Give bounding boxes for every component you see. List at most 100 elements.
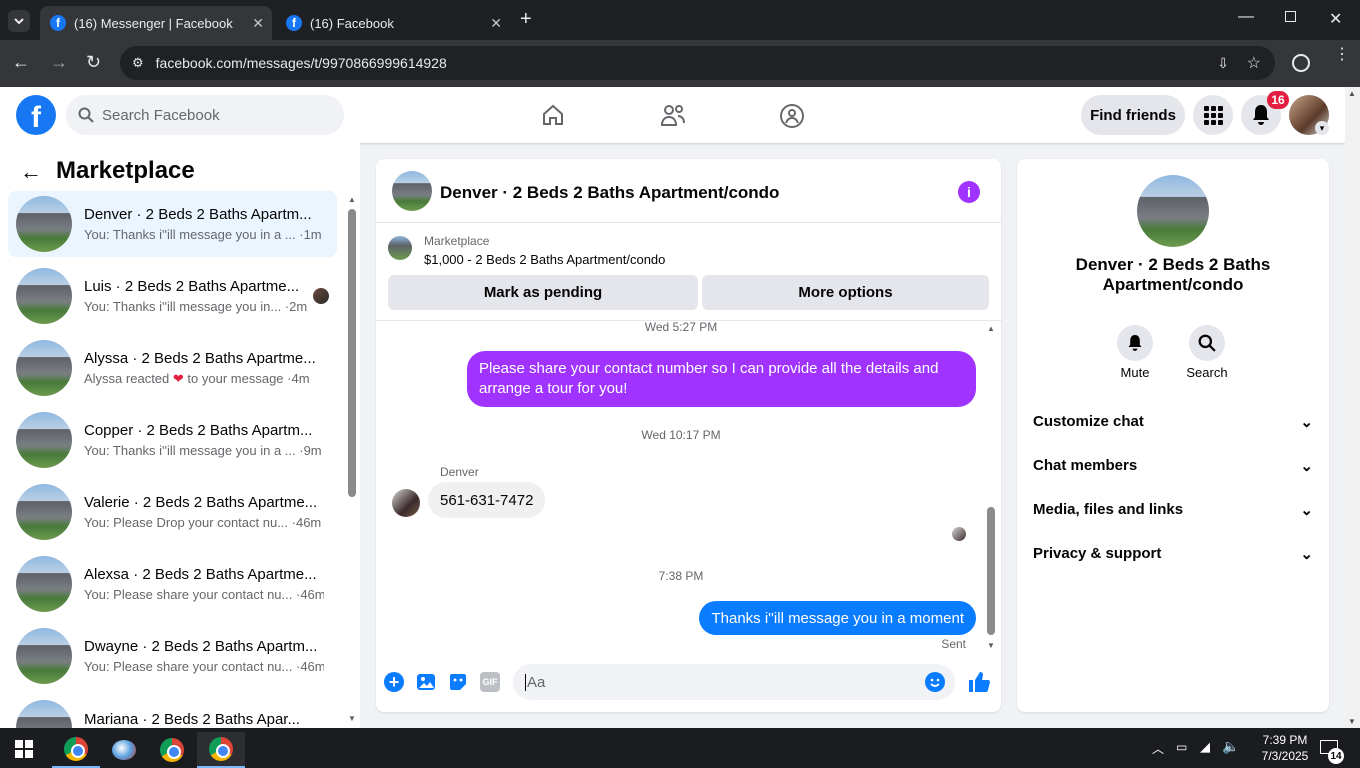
- media-files-section[interactable]: Media, files and links ⌄: [1033, 501, 1313, 519]
- privacy-support-section[interactable]: Privacy & support ⌄: [1033, 545, 1313, 563]
- minimize-button[interactable]: —: [1238, 8, 1254, 26]
- outgoing-message[interactable]: Please share your contact number so I ca…: [467, 351, 976, 407]
- timestamp: Wed 5:27 PM: [644, 320, 718, 334]
- windows-start-icon[interactable]: [15, 740, 33, 758]
- facebook-logo[interactable]: f: [16, 95, 56, 135]
- emoji-icon[interactable]: [925, 672, 945, 692]
- forward-button[interactable]: →: [50, 52, 68, 73]
- customize-chat-section[interactable]: Customize chat ⌄: [1033, 413, 1313, 431]
- home-icon[interactable]: [541, 103, 565, 127]
- chrome-menu-icon[interactable]: ⋮: [1334, 47, 1350, 63]
- heart-icon: ❤: [172, 370, 184, 386]
- scroll-down-icon[interactable]: ▼: [348, 714, 356, 723]
- gif-icon[interactable]: GIF: [480, 672, 500, 692]
- composer-placeholder: Aa: [525, 673, 546, 691]
- scrollbar-thumb[interactable]: [348, 209, 356, 497]
- taskbar-app[interactable]: [100, 732, 148, 768]
- tab-search-button[interactable]: [8, 10, 30, 32]
- info-icon[interactable]: i: [958, 181, 980, 203]
- conversation-name: Denver · 2 Beds 2 Baths Apartm...: [84, 206, 312, 223]
- seen-avatar: [313, 288, 329, 304]
- chat-details-panel: Denver · 2 Beds 2 Baths Apartment/condo …: [1017, 159, 1329, 712]
- scroll-up-icon[interactable]: ▲: [987, 324, 995, 333]
- bell-icon: [1253, 105, 1269, 125]
- chat-members-section[interactable]: Chat members ⌄: [1033, 457, 1313, 475]
- app-icon: [112, 740, 136, 760]
- thumbs-up-icon[interactable]: [967, 670, 991, 694]
- search-chat-button[interactable]: [1189, 325, 1225, 361]
- taskbar-chrome-2[interactable]: [148, 732, 196, 768]
- windows-taskbar: ︿ ▭ ◢ 🔈 7:39 PM 7/3/2025 14: [0, 728, 1360, 768]
- plus-icon[interactable]: +: [384, 672, 404, 692]
- install-app-icon[interactable]: ⇩: [1217, 55, 1229, 72]
- find-friends-button[interactable]: Find friends: [1081, 95, 1185, 135]
- timestamp: 7:38 PM: [658, 569, 704, 583]
- listing-price[interactable]: $1,000 - 2 Beds 2 Baths Apartment/condo: [424, 252, 665, 267]
- scroll-down-icon[interactable]: ▼: [987, 641, 995, 650]
- sidebar-scrollbar[interactable]: ▲ ▼: [346, 195, 358, 723]
- sender-avatar[interactable]: [392, 489, 420, 517]
- conversation-item[interactable]: Valerie · 2 Beds 2 Baths Apartme... You: …: [8, 479, 337, 545]
- conversation-preview: Alyssa reacted ❤ to your message ·4m: [84, 371, 324, 387]
- incoming-message[interactable]: 561-631-7472: [428, 482, 546, 518]
- scroll-down-icon[interactable]: ▼: [1348, 717, 1356, 726]
- chevron-down-icon: ⌄: [1300, 546, 1313, 563]
- wifi-icon[interactable]: ◢: [1200, 739, 1210, 755]
- chat-panel: Denver · 2 Beds 2 Baths Apartment/condo …: [376, 159, 1001, 712]
- conversation-item[interactable]: Dwayne · 2 Beds 2 Baths Apartm... You: Pl…: [8, 623, 337, 689]
- volume-icon[interactable]: 🔈: [1222, 738, 1239, 755]
- conversation-item[interactable]: Denver · 2 Beds 2 Baths Apartm... You: Th…: [8, 191, 337, 257]
- friends-icon[interactable]: [660, 103, 686, 127]
- conversation-item[interactable]: Alyssa · 2 Beds 2 Baths Apartme... Alyss…: [8, 335, 337, 401]
- conversation-name: Mariana · 2 Beds 2 Baths Apar...: [84, 711, 300, 728]
- details-avatar[interactable]: [1137, 175, 1209, 247]
- photo-icon[interactable]: [416, 672, 436, 692]
- scrollbar-thumb[interactable]: [987, 507, 995, 635]
- clock[interactable]: 7:39 PM 7/3/2025: [1250, 732, 1320, 764]
- tray-chevron-icon[interactable]: ︿: [1152, 740, 1164, 757]
- sticker-icon[interactable]: [448, 672, 468, 692]
- conversation-item[interactable]: Alexsa · 2 Beds 2 Baths Apartme... You: P…: [8, 551, 337, 617]
- mute-button[interactable]: [1117, 325, 1153, 361]
- outgoing-message[interactable]: Thanks i''ill message you in a moment: [699, 601, 976, 635]
- maximize-button[interactable]: [1285, 11, 1296, 22]
- message-input[interactable]: Aa: [513, 664, 955, 700]
- back-button[interactable]: ←: [12, 52, 30, 73]
- site-info-icon[interactable]: ⚙: [132, 55, 144, 71]
- chat-scrollbar[interactable]: ▲ ▼: [986, 324, 998, 650]
- scroll-up-icon[interactable]: ▲: [348, 195, 356, 204]
- bookmark-star-icon[interactable]: ☆: [1247, 53, 1261, 73]
- close-window-button[interactable]: ✕: [1329, 9, 1342, 29]
- chat-avatar[interactable]: [392, 171, 432, 211]
- groups-icon[interactable]: [779, 103, 805, 129]
- conversation-preview: You: Thanks i''ill message you in a ... …: [84, 227, 322, 242]
- conversation-item[interactable]: Luis · 2 Beds 2 Baths Apartme... You: Tha…: [8, 263, 337, 329]
- search-input[interactable]: Search Facebook: [66, 95, 344, 135]
- battery-icon[interactable]: ▭: [1176, 740, 1187, 754]
- close-tab-icon[interactable]: ✕: [252, 15, 264, 32]
- address-bar[interactable]: ⚙ facebook.com/messages/t/99708669996149…: [120, 46, 1275, 80]
- new-tab-button[interactable]: +: [520, 8, 532, 31]
- taskbar-chrome-active[interactable]: [197, 732, 245, 768]
- mark-pending-button[interactable]: Mark as pending: [388, 275, 698, 310]
- close-tab-icon[interactable]: ✕: [490, 15, 502, 32]
- menu-button[interactable]: [1193, 95, 1233, 135]
- reload-button[interactable]: ↻: [86, 52, 101, 73]
- chevron-down-icon[interactable]: ▾: [1315, 121, 1329, 135]
- back-arrow-icon[interactable]: ←: [20, 159, 42, 185]
- taskbar-chrome-1[interactable]: [52, 732, 100, 768]
- scroll-up-icon[interactable]: ▲: [1348, 89, 1356, 98]
- chevron-down-icon: [14, 18, 24, 25]
- listing-thumbnail: [16, 556, 72, 612]
- conversation-sidebar: ← Marketplace Denver · 2 Beds 2 Baths Ap…: [0, 143, 360, 728]
- chat-title[interactable]: Denver · 2 Beds 2 Baths Apartment/condo: [440, 183, 779, 203]
- more-options-button[interactable]: More options: [702, 275, 989, 310]
- tab-facebook[interactable]: f (16) Facebook ✕: [276, 6, 510, 40]
- conversation-item[interactable]: Mariana · 2 Beds 2 Baths Apar...: [8, 695, 337, 728]
- search-placeholder: Search Facebook: [102, 106, 220, 124]
- page-scrollbar[interactable]: ▲ ▼: [1345, 87, 1360, 728]
- tab-messenger[interactable]: f (16) Messenger | Facebook ✕: [40, 6, 272, 40]
- facebook-favicon-icon: f: [50, 15, 66, 31]
- conversation-item[interactable]: Copper · 2 Beds 2 Baths Apartm... You: Th…: [8, 407, 337, 473]
- profile-icon[interactable]: [1292, 54, 1310, 72]
